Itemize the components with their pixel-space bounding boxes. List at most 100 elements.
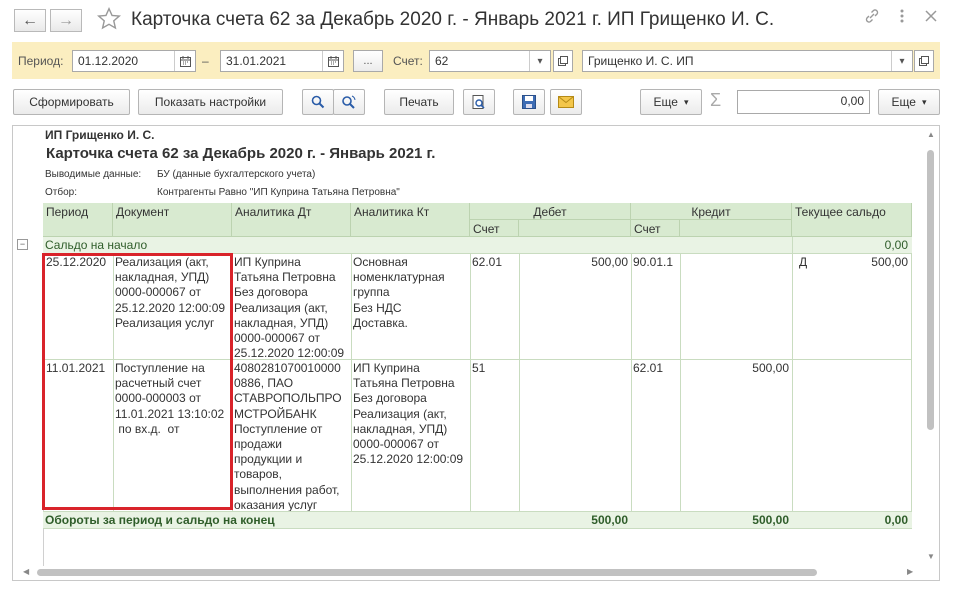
preview-button[interactable]: [463, 89, 495, 115]
period-select-label: ...: [363, 55, 373, 67]
filter-value: Контрагенты Равно "ИП Куприна Татьяна Пе…: [157, 187, 400, 198]
period-from-value: 01.12.2020: [78, 54, 139, 68]
col-document: Документ: [113, 203, 232, 237]
send-email-button[interactable]: [550, 89, 582, 115]
row2-analytics-dt: 4080281070010000 0886, ПАО СТАВРОПОЛЬПРО…: [234, 361, 342, 512]
row1-analytics-kt: Основная номенклатурная группа Без НДС Д…: [353, 255, 445, 330]
period-select-button[interactable]: ...: [353, 50, 383, 72]
report-org: ИП Грищенко И. С.: [45, 128, 155, 142]
totals-label: Обороты за период и сальдо на конец: [45, 513, 275, 527]
save-button[interactable]: [513, 89, 545, 115]
row2-debit-account: 51: [472, 361, 486, 375]
period-to-value: 31.01.2021: [226, 54, 287, 68]
window-title: Карточка счета 62 за Декабрь 2020 г. - Я…: [131, 9, 775, 30]
organization-value: Грищенко И. С. ИП: [588, 54, 694, 68]
totals-debit: 500,00: [591, 513, 628, 527]
output-value: БУ (данные бухгалтерского учета): [157, 169, 316, 180]
row1-debit-amount: 500,00: [591, 255, 628, 269]
filter-bar: Период: 01.12.2020 – 31.01.2021 ... Счет…: [12, 42, 940, 79]
generate-button[interactable]: Сформировать: [13, 89, 130, 115]
forward-arrow-icon: →: [58, 11, 74, 29]
scroll-up-icon[interactable]: ▲: [927, 130, 935, 139]
open-organization-button[interactable]: [914, 50, 934, 72]
row1-balance-amount: 500,00: [871, 255, 908, 269]
back-arrow-icon: ←: [22, 11, 38, 29]
row2-analytics-kt: ИП Куприна Татьяна Петровна Без договора…: [353, 361, 464, 467]
sum-field[interactable]: 0,00: [737, 90, 870, 114]
opening-value: 0,00: [884, 238, 908, 252]
back-button[interactable]: ←: [14, 9, 46, 32]
open-icon: [558, 56, 568, 66]
preview-icon: [472, 94, 485, 109]
totals-credit: 500,00: [752, 513, 789, 527]
search-icon: [311, 95, 325, 109]
scroll-right-icon[interactable]: ▶: [907, 567, 913, 576]
row2-credit-account: 62.01: [633, 361, 664, 375]
sum-value: 0,00: [840, 94, 864, 108]
more-button-1[interactable]: Еще ▾: [640, 89, 702, 115]
more-button-2[interactable]: Еще ▾: [878, 89, 940, 115]
col-analytics-kt: Аналитика Кт: [351, 203, 470, 237]
forward-button[interactable]: →: [50, 9, 82, 32]
vertical-scrollbar[interactable]: ▲ ▼: [926, 130, 935, 568]
save-icon: [522, 95, 536, 109]
col-credit: Кредит: [631, 203, 792, 220]
period-from-field[interactable]: 01.12.2020: [72, 50, 196, 72]
search-button[interactable]: [302, 89, 334, 115]
highlight-frame: [42, 253, 233, 510]
output-label: Выводимые данные:: [45, 169, 142, 180]
close-icon[interactable]: [924, 8, 938, 29]
show-settings-button[interactable]: Показать настройки: [138, 89, 283, 115]
col-credit-amount: [680, 220, 792, 237]
col-credit-account: Счет: [631, 220, 680, 237]
more-vertical-icon[interactable]: [898, 8, 906, 29]
col-debit-account: Счет: [470, 220, 519, 237]
print-button[interactable]: Печать: [384, 89, 454, 115]
email-icon: [558, 96, 574, 108]
totals-balance: 0,00: [884, 513, 908, 527]
col-analytics-dt: Аналитика Дт: [232, 203, 351, 237]
favorite-star-icon[interactable]: [96, 6, 122, 35]
dropdown-icon[interactable]: ▾: [891, 51, 912, 71]
row2-credit-amount: 500,00: [752, 361, 789, 375]
more-label-2: Еще: [891, 95, 916, 109]
row1-debit-account: 62.01: [472, 255, 503, 269]
opening-row: [43, 237, 912, 253]
scroll-left-icon[interactable]: ◀: [23, 567, 29, 576]
dropdown-icon[interactable]: ▾: [529, 51, 550, 71]
row1-balance-side: Д: [799, 255, 808, 269]
sigma-icon: Σ: [710, 90, 722, 110]
period-dash: –: [202, 54, 209, 68]
period-to-field[interactable]: 31.01.2021: [220, 50, 344, 72]
account-field[interactable]: 62 ▾: [429, 50, 551, 72]
account-label: Счет:: [393, 54, 423, 68]
horizontal-scrollbar[interactable]: ◀ ▶: [23, 567, 923, 577]
open-account-button[interactable]: [553, 50, 573, 72]
scroll-down-icon[interactable]: ▼: [927, 552, 935, 561]
refresh-search-icon: [342, 95, 356, 109]
row1-analytics-dt: ИП Куприна Татьяна Петровна Без договора…: [234, 255, 345, 361]
horizontal-scroll-thumb[interactable]: [37, 569, 817, 576]
period-label: Период:: [18, 54, 64, 68]
open-icon: [919, 56, 929, 66]
row1-credit-account: 90.01.1: [633, 255, 674, 269]
collapse-toggle[interactable]: −: [17, 239, 28, 250]
account-value: 62: [435, 54, 449, 68]
calendar-icon[interactable]: [174, 51, 195, 71]
organization-field[interactable]: Грищенко И. С. ИП ▾: [582, 50, 913, 72]
filter-label: Отбор:: [45, 187, 77, 198]
report-area[interactable]: ИП Грищенко И. С. Карточка счета 62 за Д…: [12, 125, 940, 581]
opening-label: Сальдо на начало: [45, 238, 148, 252]
calendar-icon[interactable]: [322, 51, 343, 71]
chevron-down-icon: ▾: [683, 96, 689, 107]
link-icon[interactable]: [864, 8, 880, 29]
col-debit-amount: [519, 220, 631, 237]
col-period: Период: [43, 203, 113, 237]
search-refresh-button[interactable]: [333, 89, 365, 115]
col-balance: Текущее сальдо: [792, 203, 912, 237]
col-debit: Дебет: [470, 203, 631, 220]
chevron-down-icon: ▾: [921, 96, 927, 107]
report-heading: Карточка счета 62 за Декабрь 2020 г. - Я…: [46, 145, 436, 162]
more-label-1: Еще: [653, 95, 678, 109]
vertical-scroll-thumb[interactable]: [927, 150, 934, 430]
